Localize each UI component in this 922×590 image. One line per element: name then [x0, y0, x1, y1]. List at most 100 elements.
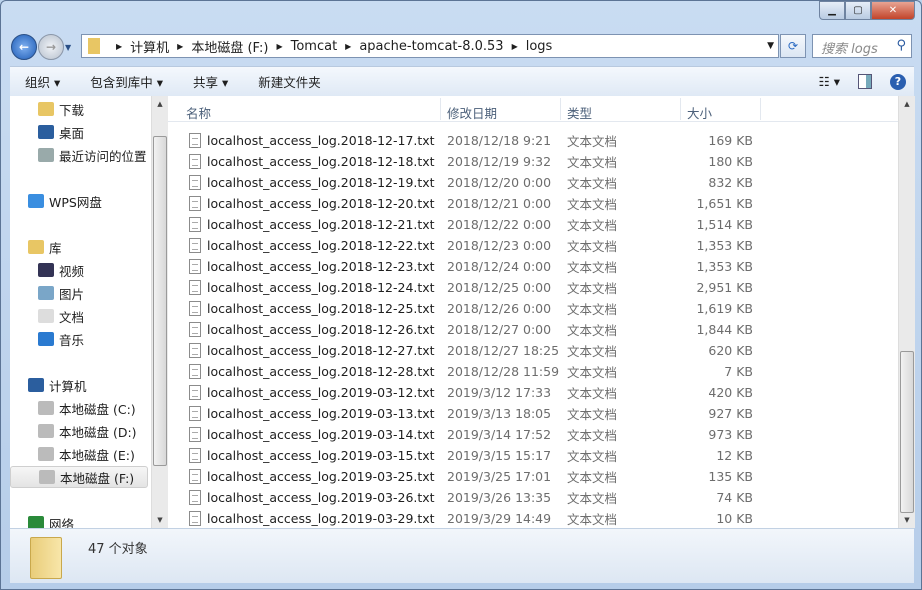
- file-row[interactable]: localhost_access_log.2019-03-15.txt 2019…: [168, 445, 768, 466]
- sidebar-item[interactable]: 音乐: [38, 328, 84, 350]
- sidebar-item-label: 本地磁盘 (D:): [59, 424, 137, 440]
- scroll-up-arrow[interactable]: ▲: [152, 96, 168, 112]
- file-row[interactable]: localhost_access_log.2018-12-28.txt 2018…: [168, 361, 768, 382]
- file-name: localhost_access_log.2019-03-26.txt: [207, 490, 435, 505]
- sidebar-item[interactable]: 最近访问的位置: [38, 144, 147, 166]
- scroll-up-arrow[interactable]: ▲: [899, 96, 915, 112]
- file-row[interactable]: localhost_access_log.2019-03-26.txt 2019…: [168, 487, 768, 508]
- file-row[interactable]: localhost_access_log.2018-12-20.txt 2018…: [168, 193, 768, 214]
- file-name: localhost_access_log.2018-12-26.txt: [207, 322, 435, 337]
- column-date[interactable]: 修改日期: [447, 103, 497, 123]
- folder-icon: [88, 38, 100, 54]
- file-row[interactable]: localhost_access_log.2018-12-18.txt 2018…: [168, 151, 768, 172]
- file-size: 74 KB: [716, 490, 753, 505]
- help-icon[interactable]: ?: [890, 73, 906, 90]
- music-icon: [38, 332, 54, 346]
- text-file-icon: [189, 427, 201, 442]
- sidebar-item-label: 网络: [49, 516, 75, 529]
- view-options-icon[interactable]: ☷ ▾: [819, 74, 840, 89]
- file-date: 2018/12/27 18:25: [447, 343, 560, 358]
- back-button[interactable]: ←: [11, 34, 37, 60]
- sidebar-item[interactable]: WPS网盘: [28, 190, 102, 212]
- minimize-button[interactable]: ▁: [819, 1, 845, 20]
- text-file-icon: [189, 322, 201, 337]
- sidebar-item-label: 最近访问的位置: [59, 148, 147, 164]
- pictures-icon: [38, 286, 54, 300]
- close-button[interactable]: ✕: [871, 1, 915, 20]
- sidebar-item[interactable]: 本地磁盘 (F:): [10, 466, 148, 488]
- file-list-scrollbar[interactable]: ▲ ▼: [898, 96, 915, 528]
- maximize-button[interactable]: ▢: [845, 1, 871, 20]
- recent-pages-dropdown[interactable]: ▼: [65, 43, 71, 52]
- text-file-icon: [189, 490, 201, 505]
- sidebar-item[interactable]: 视频: [38, 259, 84, 281]
- file-name: localhost_access_log.2018-12-20.txt: [207, 196, 435, 211]
- share-button[interactable]: 共享 ▾: [178, 72, 243, 91]
- scrollbar-thumb[interactable]: [900, 351, 914, 513]
- text-file-icon: [189, 196, 201, 211]
- folder-icon: [30, 537, 62, 579]
- column-name[interactable]: 名称: [186, 103, 211, 123]
- sidebar-scrollbar[interactable]: ▲ ▼: [151, 96, 168, 528]
- file-size: 12 KB: [716, 448, 753, 463]
- file-row[interactable]: localhost_access_log.2018-12-17.txt 2018…: [168, 130, 768, 151]
- refresh-button[interactable]: ⟳: [780, 34, 806, 58]
- file-row[interactable]: localhost_access_log.2019-03-12.txt 2019…: [168, 382, 768, 403]
- breadcrumb-segment[interactable]: logs: [526, 39, 553, 54]
- sidebar-item-label: 桌面: [59, 125, 85, 141]
- column-size[interactable]: 大小: [687, 103, 712, 123]
- sidebar-item[interactable]: 桌面: [38, 121, 84, 143]
- column-type[interactable]: 类型: [567, 103, 592, 123]
- file-name: localhost_access_log.2018-12-28.txt: [207, 364, 435, 379]
- breadcrumb-segment[interactable]: Tomcat: [291, 39, 338, 54]
- file-type: 文本文档: [567, 491, 618, 506]
- include-in-library-button[interactable]: 包含到库中 ▾: [75, 72, 178, 91]
- sidebar-item-label: 本地磁盘 (F:): [60, 470, 135, 486]
- sidebar-item[interactable]: 本地磁盘 (C:): [38, 397, 136, 419]
- sidebar-item[interactable]: 下载: [38, 98, 84, 120]
- file-name: localhost_access_log.2019-03-15.txt: [207, 448, 435, 463]
- file-row[interactable]: localhost_access_log.2019-03-25.txt 2019…: [168, 466, 768, 487]
- scroll-down-arrow[interactable]: ▼: [899, 512, 915, 528]
- scrollbar-thumb[interactable]: [153, 136, 167, 466]
- breadcrumb-segment[interactable]: apache-tomcat-8.0.53: [359, 39, 503, 54]
- forward-button[interactable]: →: [38, 34, 64, 60]
- sidebar-item[interactable]: 文档: [38, 305, 84, 327]
- file-size: 1,844 KB: [696, 322, 753, 337]
- sidebar-item[interactable]: 网络: [28, 512, 74, 528]
- file-date: 2018/12/25 0:00: [447, 280, 552, 295]
- search-input[interactable]: 搜索 logs ⚲: [812, 34, 912, 58]
- file-row[interactable]: localhost_access_log.2018-12-21.txt 2018…: [168, 214, 768, 235]
- sidebar-item-label: 本地磁盘 (C:): [59, 401, 136, 417]
- sidebar-item[interactable]: 本地磁盘 (D:): [38, 420, 137, 442]
- file-row[interactable]: localhost_access_log.2019-03-13.txt 2019…: [168, 403, 768, 424]
- sidebar-item[interactable]: 图片: [38, 282, 84, 304]
- preview-pane-icon[interactable]: [858, 74, 872, 89]
- file-size: 180 KB: [708, 154, 753, 169]
- scroll-down-arrow[interactable]: ▼: [152, 512, 168, 528]
- file-row[interactable]: localhost_access_log.2018-12-22.txt 2018…: [168, 235, 768, 256]
- file-row[interactable]: localhost_access_log.2019-03-14.txt 2019…: [168, 424, 768, 445]
- file-row[interactable]: localhost_access_log.2018-12-25.txt 2018…: [168, 298, 768, 319]
- file-row[interactable]: localhost_access_log.2019-03-29.txt 2019…: [168, 508, 768, 528]
- organize-button[interactable]: 组织 ▾: [10, 72, 75, 91]
- file-row[interactable]: localhost_access_log.2018-12-19.txt 2018…: [168, 172, 768, 193]
- file-date: 2018/12/21 0:00: [447, 196, 552, 211]
- file-type: 文本文档: [567, 365, 618, 380]
- breadcrumb-segment[interactable]: 本地磁盘 (F:): [191, 37, 268, 56]
- file-type: 文本文档: [567, 407, 618, 422]
- new-folder-button[interactable]: 新建文件夹: [243, 72, 336, 91]
- file-row[interactable]: localhost_access_log.2018-12-26.txt 2018…: [168, 319, 768, 340]
- sidebar-item[interactable]: 计算机: [28, 374, 87, 396]
- address-dropdown-icon[interactable]: ▼: [767, 41, 774, 51]
- file-list: 名称 ˄ 修改日期 类型 大小 localhost_access_log.201…: [168, 96, 899, 528]
- sidebar-item[interactable]: 库: [28, 236, 62, 258]
- address-bar[interactable]: ▶ 计算机 ▶ 本地磁盘 (F:) ▶ Tomcat ▶ apache-tomcat-8…: [81, 34, 779, 58]
- file-row[interactable]: localhost_access_log.2018-12-24.txt 2018…: [168, 277, 768, 298]
- file-row[interactable]: localhost_access_log.2018-12-23.txt 2018…: [168, 256, 768, 277]
- file-row[interactable]: localhost_access_log.2018-12-27.txt 2018…: [168, 340, 768, 361]
- recent-places-icon: [38, 148, 54, 162]
- breadcrumb-segment[interactable]: 计算机: [130, 37, 169, 56]
- sidebar-item[interactable]: 本地磁盘 (E:): [38, 443, 135, 465]
- text-file-icon: [189, 280, 201, 295]
